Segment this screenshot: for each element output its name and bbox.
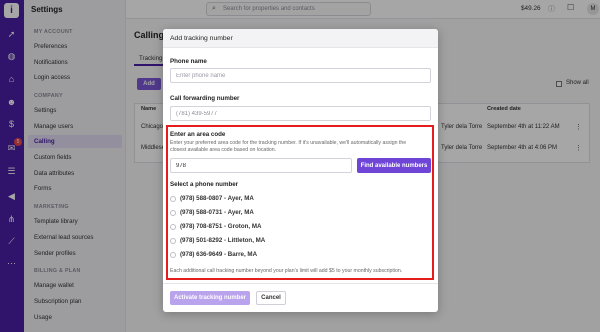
find-available-numbers-button[interactable]: Find available numbers <box>357 158 431 173</box>
pricing-footnote: Each additional call tracking number bey… <box>170 268 403 274</box>
select-phone-number-label: Select a phone number <box>170 181 239 188</box>
phone-name-label: Phone name <box>170 58 207 65</box>
cancel-button[interactable]: Cancel <box>256 291 286 305</box>
phone-option-label: (978) 588-0807 - Ayer, MA <box>180 195 254 202</box>
radio-button[interactable] <box>170 252 176 258</box>
area-code-input[interactable] <box>170 158 352 173</box>
area-code-label: Enter an area code <box>170 131 226 138</box>
modal-title: Add tracking number <box>170 35 233 42</box>
radio-button[interactable] <box>170 238 176 244</box>
add-tracking-number-modal: Add tracking number Phone name Call forw… <box>163 29 438 312</box>
radio-button[interactable] <box>170 196 176 202</box>
modal-footer-divider <box>163 283 438 284</box>
call-forwarding-label: Call forwarding number <box>170 95 240 102</box>
activate-tracking-number-button[interactable]: Activate tracking number <box>170 291 250 305</box>
phone-name-input[interactable] <box>170 68 431 83</box>
phone-option-label: (978) 708-8751 - Groton, MA <box>180 223 262 230</box>
phone-option-label: (978) 588-0731 - Ayer, MA <box>180 209 254 216</box>
phone-option-label: (978) 501-8292 - Littleton, MA <box>180 237 266 244</box>
radio-button[interactable] <box>170 224 176 230</box>
call-forwarding-input[interactable] <box>170 106 431 121</box>
modal-header: Add tracking number <box>163 29 438 48</box>
area-code-help-text: Enter your preferred area code for the t… <box>170 140 407 153</box>
phone-option-label: (978) 636-9649 - Barre, MA <box>180 251 258 258</box>
radio-button[interactable] <box>170 210 176 216</box>
